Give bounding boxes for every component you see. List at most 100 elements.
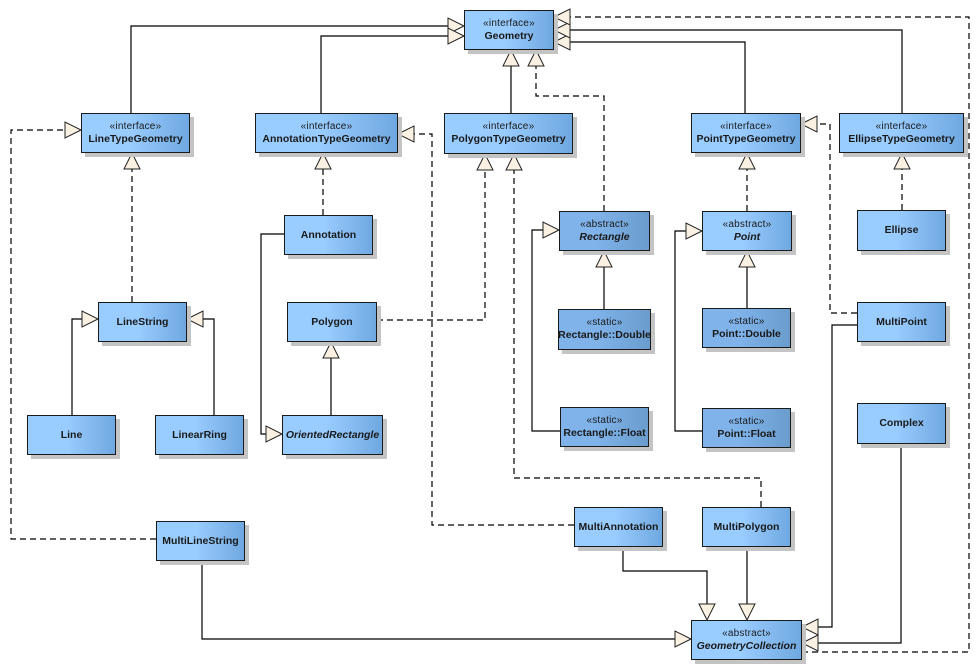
edge-annotation-to-annotationtypegeometry	[314, 151, 332, 215]
class-name: Point::Double	[712, 327, 781, 340]
generalization-arrowhead-icon	[502, 48, 520, 67]
class-node-rectangle-float[interactable]: «static» Rectangle::Float	[560, 407, 649, 447]
class-node-ellipse[interactable]: Ellipse	[857, 210, 946, 251]
class-node-line[interactable]: Line	[27, 415, 116, 455]
class-stereotype: «interface»	[482, 121, 535, 132]
connector-line	[320, 35, 448, 113]
connector-line	[203, 318, 215, 415]
edge-point-to-pointtypegeometry	[738, 151, 756, 211]
class-node-rectangle[interactable]: «abstract» Rectangle	[559, 211, 650, 251]
class-node-ellipsetypegeometry[interactable]: «interface» EllipseTypeGeometry	[839, 113, 964, 153]
connector-line	[201, 561, 675, 640]
generalization-arrowhead-icon	[322, 340, 340, 359]
class-name: OrientedRectangle	[285, 428, 380, 441]
generalization-arrowhead-icon	[552, 8, 571, 26]
class-name: Rectangle::Double	[558, 329, 651, 341]
class-node-complex[interactable]: Complex	[857, 403, 946, 444]
class-name: LineString	[116, 315, 169, 328]
generalization-arrowhead-icon	[265, 425, 284, 443]
edge-ellipsetypegeometry-to-geometry	[552, 21, 903, 113]
class-stereotype: «static»	[728, 415, 765, 427]
class-name: MultiLineString	[162, 534, 239, 547]
class-node-multilinestring[interactable]: MultiLineString	[156, 521, 245, 561]
class-name: Point	[733, 230, 761, 243]
generalization-arrowhead-icon	[685, 222, 704, 240]
class-name: PointTypeGeometry	[696, 132, 796, 145]
class-name: Polygon	[311, 315, 353, 328]
class-name: MultiAnnotation	[578, 520, 659, 533]
class-node-rectangle-double[interactable]: «static» Rectangle::Double	[558, 309, 651, 350]
class-name: Ellipse	[884, 224, 919, 236]
edge-rectangle-double-to-rectangle	[595, 249, 613, 309]
generalization-arrowhead-icon	[476, 152, 494, 171]
class-stereotype: «static»	[586, 414, 623, 426]
generalization-arrowhead-icon	[738, 249, 756, 268]
edge-multipoint-to-geometrycollection	[800, 324, 857, 636]
class-name: Complex	[879, 417, 924, 429]
class-name: EllipseTypeGeometry	[848, 132, 955, 145]
connector-line	[531, 229, 560, 432]
edge-multipolygon-to-geometrycollection	[738, 547, 756, 622]
edge-multiannotation-to-geometrycollection	[622, 547, 716, 622]
edge-pointtypegeometry-to-geometry	[552, 33, 746, 113]
class-name: MultiPoint	[876, 315, 927, 328]
class-stereotype: «static»	[728, 315, 765, 327]
class-node-geometrycollection[interactable]: «abstract» GeometryCollection	[691, 620, 802, 660]
class-node-multipoint[interactable]: MultiPoint	[857, 302, 946, 342]
class-node-geometry[interactable]: «interface» Geometry	[464, 10, 554, 50]
class-node-point[interactable]: «abstract» Point	[702, 211, 792, 251]
edge-point-float-to-point	[674, 222, 704, 432]
generalization-arrowhead-icon	[64, 121, 83, 139]
class-stereotype: «interface»	[720, 120, 772, 132]
class-name: Rectangle::Float	[563, 426, 646, 439]
edge-polygontypegeometry-to-geometry	[502, 48, 520, 113]
class-node-polygontypegeometry[interactable]: «interface» PolygonTypeGeometry	[444, 113, 573, 154]
edge-rectangle-float-to-rectangle	[531, 221, 561, 432]
class-node-linetypegeometry[interactable]: «interface» LineTypeGeometry	[81, 113, 190, 153]
generalization-arrowhead-icon	[81, 310, 100, 328]
class-name: Point::Float	[717, 427, 776, 440]
connector-line	[674, 230, 702, 432]
connector-line	[71, 318, 82, 415]
class-stereotype: «abstract»	[580, 218, 629, 230]
generalization-arrowhead-icon	[505, 152, 523, 171]
class-node-annotationtypegeometry[interactable]: «interface» AnnotationTypeGeometry	[255, 113, 398, 153]
edge-multiannotation-to-annotationtypegeometry	[396, 125, 574, 526]
class-name: Annotation	[300, 228, 357, 241]
generalization-arrowhead-icon	[595, 249, 613, 268]
class-node-pointtypegeometry[interactable]: «interface» PointTypeGeometry	[691, 113, 801, 153]
class-stereotype: «abstract»	[722, 627, 771, 639]
class-node-linestring[interactable]: LineString	[98, 302, 187, 342]
edge-linetypegeometry-to-geometry	[130, 17, 466, 113]
connector-line	[818, 324, 857, 628]
generalization-arrowhead-icon	[800, 634, 819, 652]
edge-linestring-to-linetypegeometry	[123, 151, 141, 302]
generalization-arrowhead-icon	[674, 630, 693, 648]
edge-annotationtypegeometry-to-geometry	[320, 27, 466, 113]
connector-line	[818, 444, 902, 644]
class-stereotype: «abstract»	[722, 218, 772, 230]
class-name: PolygonTypeGeometry	[451, 133, 566, 145]
class-node-point-float[interactable]: «static» Point::Float	[702, 408, 791, 448]
connector-line	[377, 170, 486, 321]
edge-point-double-to-point	[738, 249, 756, 308]
class-node-annotation[interactable]: Annotation	[284, 215, 373, 255]
class-name: Line	[60, 428, 83, 441]
edge-orientedrectangle-to-polygon	[322, 340, 340, 415]
connector-line	[622, 547, 708, 604]
connector-line	[130, 25, 448, 113]
class-node-polygon[interactable]: Polygon	[287, 302, 377, 342]
class-node-multiannotation[interactable]: MultiAnnotation	[574, 507, 663, 547]
class-node-linearring[interactable]: LinearRing	[155, 415, 244, 455]
generalization-arrowhead-icon	[738, 151, 756, 170]
generalization-arrowhead-icon	[123, 151, 141, 170]
class-name: Rectangle	[579, 230, 630, 243]
class-node-multipolygon[interactable]: MultiPolygon	[702, 507, 791, 547]
class-stereotype: «interface»	[109, 120, 162, 132]
connector-line	[414, 133, 574, 526]
class-node-point-double[interactable]: «static» Point::Double	[702, 308, 791, 348]
connector-line	[570, 41, 746, 113]
class-node-orientedrectangle[interactable]: OrientedRectangle	[282, 415, 383, 455]
generalization-arrowhead-icon	[542, 221, 561, 239]
edge-ellipse-to-ellipsetypegeometry	[893, 151, 911, 210]
